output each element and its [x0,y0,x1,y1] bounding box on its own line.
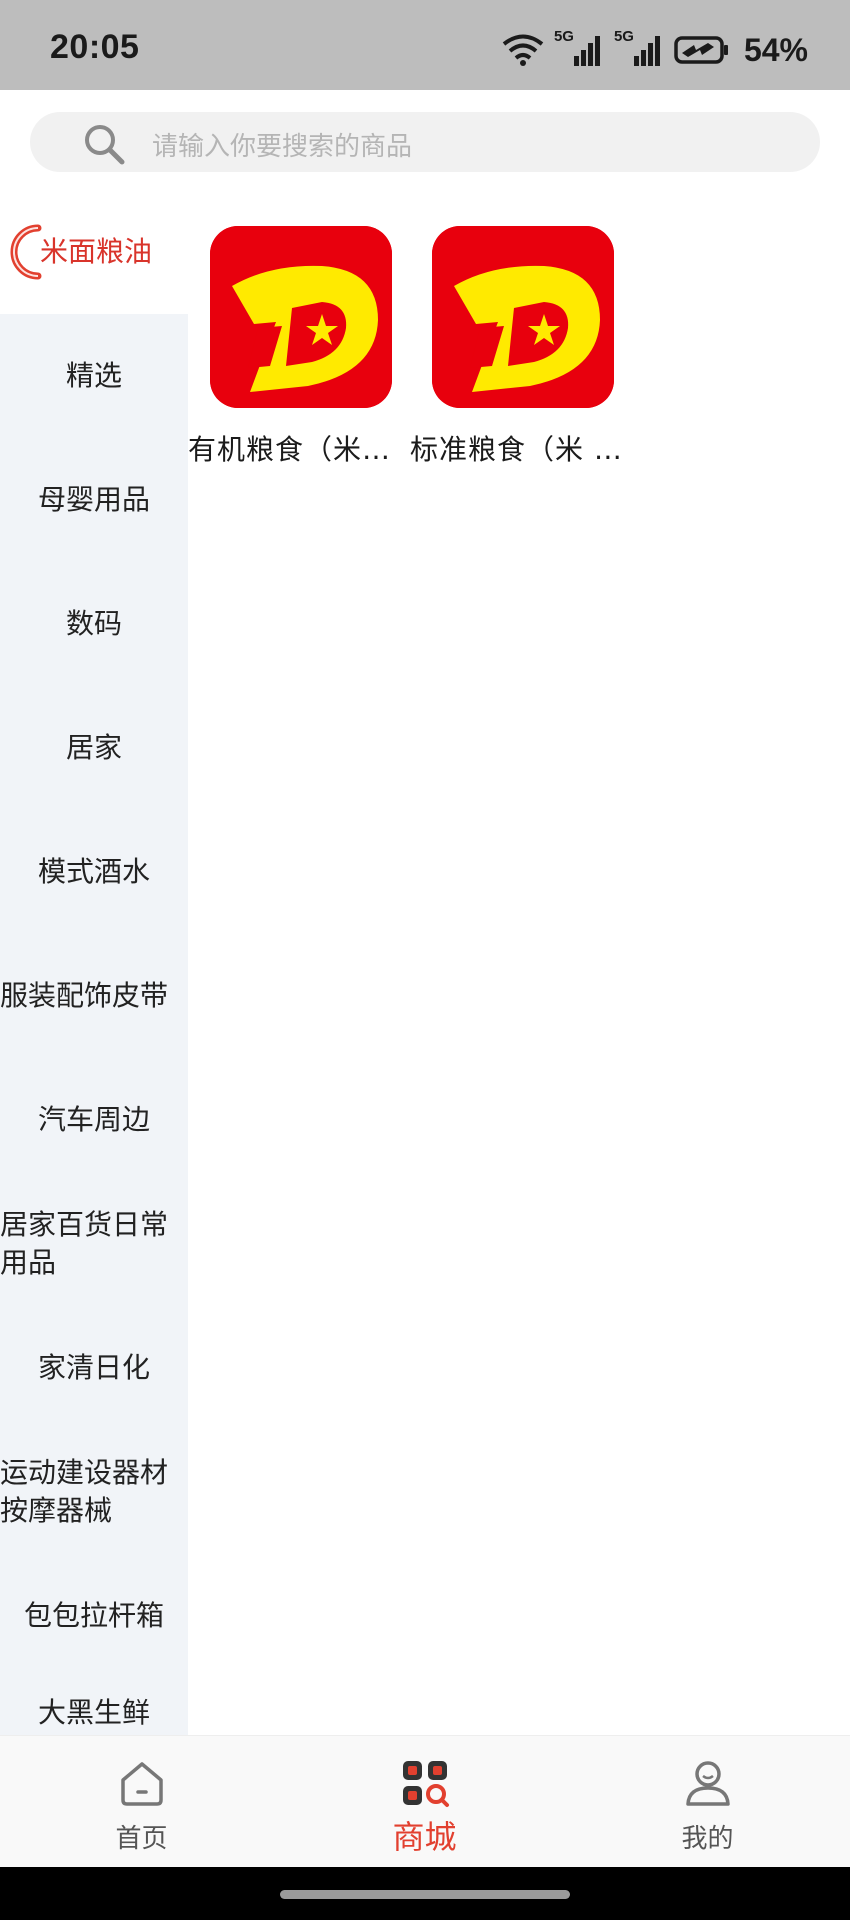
signal-bars-icon [633,36,660,66]
sidebar-item-qiche[interactable]: 汽车周边 [0,1058,188,1182]
sidebar-item-label: 母婴用品 [37,483,150,517]
status-bar: 20:05 5G 5G 54% [0,0,850,90]
sidebar-item-baihuo[interactable]: 居家百货日常 用品 [0,1182,188,1306]
nav-label: 首页 [115,1824,168,1854]
status-icons: 5G 5G 54% [502,28,808,70]
category-sidebar[interactable]: 米面粮油 精选 母婴用品 数码 居家 模式酒水 服装配饰皮带 汽车周边 居家百货… [0,190,188,1735]
cell-signal-2: 5G [614,28,664,68]
battery-percent: 54% [743,31,808,68]
sidebar-item-label: 服装配饰皮带 [0,979,169,1013]
sidebar-item-jiaqing[interactable]: 家清日化 [0,1306,188,1430]
sidebar-item-label: 模式酒水 [37,855,150,889]
battery-icon [674,36,728,64]
sidebar-item-label: 汽车周边 [37,1103,150,1137]
sidebar-item-label: 大黑生鲜 [37,1696,150,1729]
sidebar-item-label: 数码 [65,607,122,641]
nav-mine[interactable]: 我的 [566,1736,849,1868]
system-navigation-area [0,1867,850,1920]
brand-logo-icon [432,226,614,408]
brand-logo-icon [210,226,392,408]
sidebar-item-jingxuan[interactable]: 精选 [0,314,188,438]
sidebar-item-label: 家清日化 [37,1351,150,1385]
product-card[interactable]: 有机粮食（米… [188,226,410,468]
user-icon [685,1761,730,1806]
sidebar-item-yundong[interactable]: 运动建设器材 按摩器械 [0,1430,188,1554]
product-name: 有机粮食（米… [188,433,392,466]
product-card[interactable]: 标准粮食（米 … [410,226,632,468]
search-row: 请输入你要搜索的商品 [0,90,850,190]
search-icon [85,125,125,165]
mall-grid-icon [402,1761,449,1807]
sidebar-item-shengxian[interactable]: 大黑生鲜 [0,1678,188,1735]
sidebar-item-label: 居家百货日常 用品 [0,1208,169,1279]
search-input[interactable]: 请输入你要搜索的商品 [30,112,820,172]
cell-signal-1: 5G [554,28,604,68]
sidebar-item-label: 包包拉杆箱 [23,1599,164,1633]
signal-bars-icon [573,36,600,66]
selection-arc-icon [10,224,42,280]
status-time: 20:05 [50,28,140,66]
product-grid: 有机粮食（米… 标准粮食（米 … [188,190,850,1735]
sidebar-item-label: 精选 [65,359,122,393]
sidebar-item-mimianliangyou[interactable]: 米面粮油 [0,190,188,314]
home-gesture-bar[interactable] [280,1890,570,1899]
nav-mall[interactable]: 商城 [283,1736,566,1868]
sidebar-item-label: 米面粮油 [39,235,152,269]
nav-home[interactable]: 首页 [0,1736,283,1868]
product-name: 标准粮食（米 … [410,433,623,466]
home-icon [120,1762,163,1806]
sidebar-item-baobao[interactable]: 包包拉杆箱 [0,1554,188,1678]
search-placeholder: 请输入你要搜索的商品 [152,132,413,162]
sidebar-item-label: 运动建设器材 按摩器械 [0,1456,169,1527]
sidebar-item-jujia[interactable]: 居家 [0,686,188,810]
sidebar-item-muying[interactable]: 母婴用品 [0,438,188,562]
nav-label: 商城 [392,1818,457,1856]
nav-label: 我的 [681,1824,734,1854]
sidebar-item-shuma[interactable]: 数码 [0,562,188,686]
sidebar-item-jiushui[interactable]: 模式酒水 [0,810,188,934]
wifi-icon [502,34,544,66]
sidebar-item-label: 居家 [65,731,122,765]
bottom-navigation: 首页 商城 我的 [0,1735,850,1867]
sidebar-item-fuzhuang[interactable]: 服装配饰皮带 [0,934,188,1058]
